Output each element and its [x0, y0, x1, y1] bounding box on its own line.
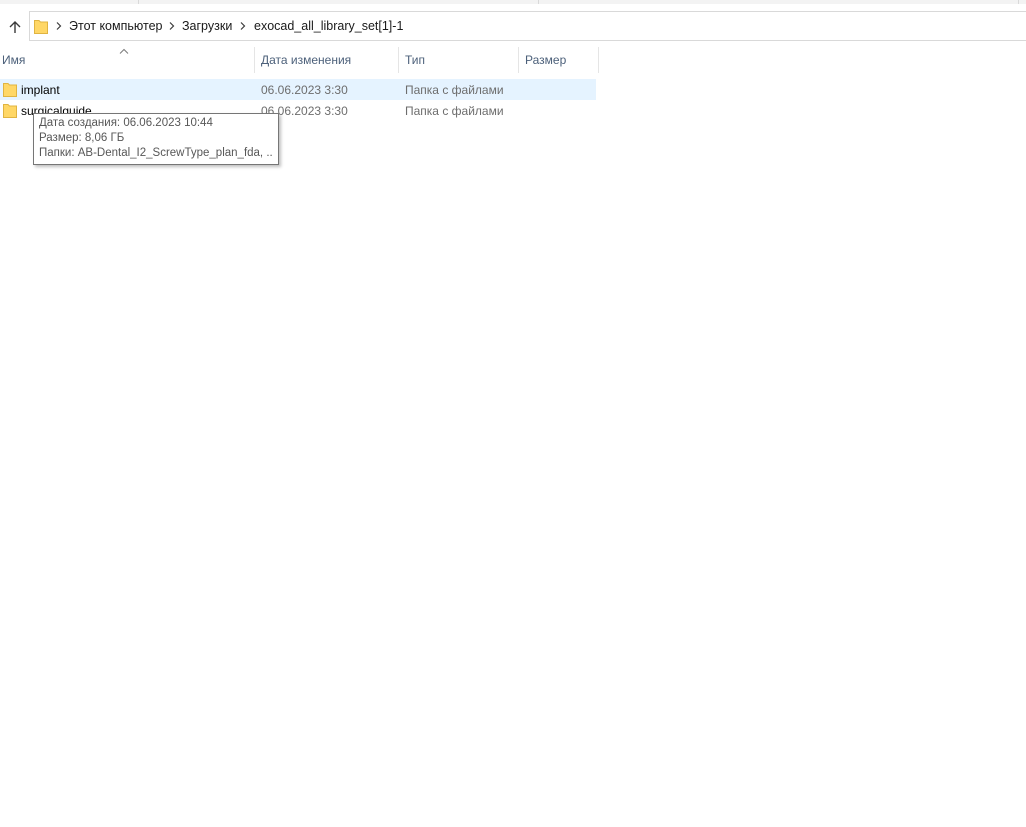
tab-strip-segment: [0, 0, 139, 4]
column-divider[interactable]: [254, 47, 255, 73]
up-button[interactable]: [4, 16, 26, 38]
file-type: Папка с файлами: [405, 103, 504, 118]
file-row-implant[interactable]: implant 06.06.2023 3:30 Папка с файлами: [0, 79, 596, 100]
column-header-type[interactable]: Тип: [405, 47, 517, 73]
column-header-size[interactable]: Размер: [525, 47, 597, 73]
breadcrumb-downloads[interactable]: Загрузки: [182, 12, 232, 40]
tab-strip-segment: [138, 0, 539, 4]
folder-icon: [3, 104, 17, 118]
tooltip-folders: Папки: AB-Dental_I2_ScrewType_plan_fda, …: [39, 147, 273, 159]
file-name[interactable]: implant: [21, 79, 60, 100]
folder-info-tooltip: Дата создания: 06.06.2023 10:44 Размер: …: [33, 113, 279, 165]
file-date: 06.06.2023 3:30: [261, 82, 348, 97]
navigation-bar: Этот компьютер Загрузки exocad_all_libra…: [0, 6, 1026, 44]
tooltip-created: Дата создания: 06.06.2023 10:44: [39, 117, 213, 129]
address-bar[interactable]: Этот компьютер Загрузки exocad_all_libra…: [29, 11, 1026, 41]
folder-icon: [3, 83, 17, 97]
column-headers: Имя Дата изменения Тип Размер: [0, 47, 600, 73]
column-divider[interactable]: [518, 47, 519, 73]
tab-strip-segment: [538, 0, 1019, 4]
column-header-name[interactable]: Имя: [2, 47, 254, 73]
tooltip-size: Размер: 8,06 ГБ: [39, 132, 125, 144]
arrow-up-icon: [9, 21, 21, 33]
file-type: Папка с файлами: [405, 82, 504, 97]
chevron-right-icon: [169, 22, 175, 30]
column-header-date[interactable]: Дата изменения: [261, 47, 397, 73]
column-divider[interactable]: [398, 47, 399, 73]
folder-icon: [34, 20, 48, 34]
window-top-strip: [0, 0, 1026, 4]
chevron-right-icon: [56, 22, 62, 30]
breadcrumb-this-pc[interactable]: Этот компьютер: [69, 12, 162, 40]
chevron-right-icon: [240, 22, 246, 30]
breadcrumb-current-folder[interactable]: exocad_all_library_set[1]-1: [254, 12, 403, 40]
column-divider[interactable]: [598, 47, 599, 73]
